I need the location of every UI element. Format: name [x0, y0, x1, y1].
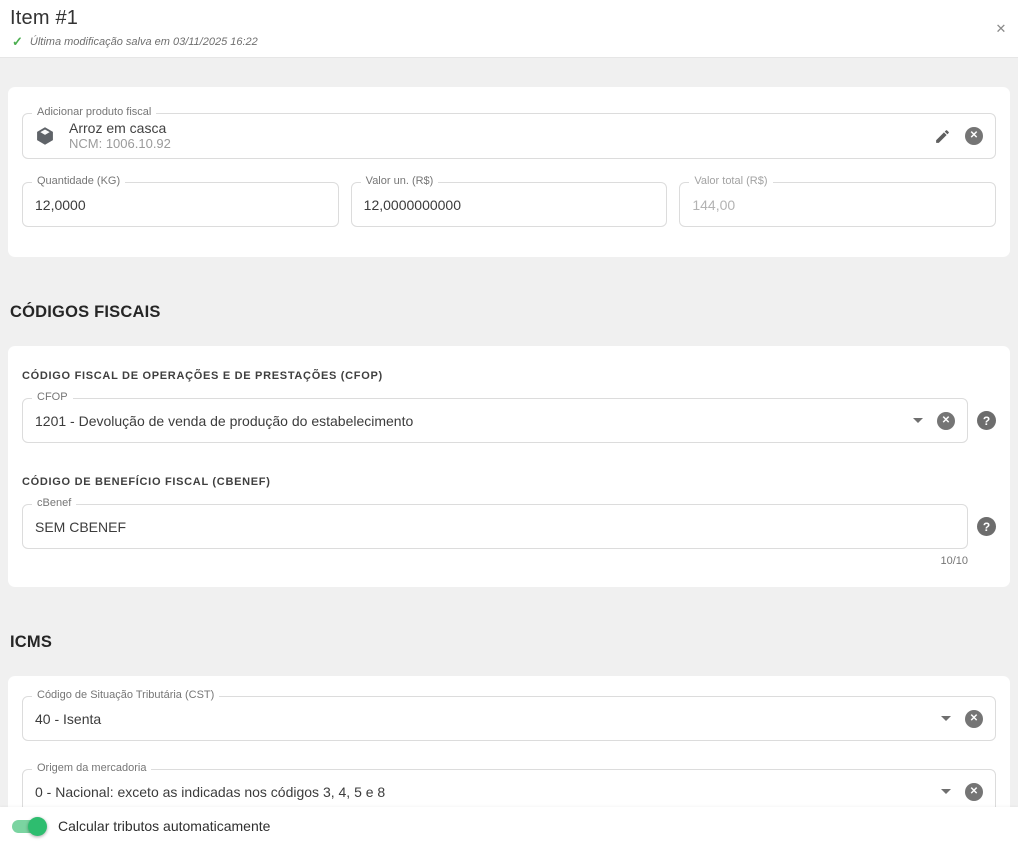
auto-tax-toggle[interactable]: [12, 820, 45, 833]
cst-dropdown-icon[interactable]: [941, 716, 951, 721]
cfop-clear-icon[interactable]: ✕: [937, 412, 955, 430]
product-field[interactable]: Adicionar produto fiscal Arroz em casca …: [22, 113, 996, 159]
cfop-dropdown-icon[interactable]: [913, 418, 923, 423]
fiscal-codes-card: CÓDIGO FISCAL DE OPERAÇÕES E DE PRESTAÇÕ…: [8, 346, 1010, 587]
cst-value: 40 - Isenta: [35, 711, 933, 727]
cst-select[interactable]: Código de Situação Tributária (CST) 40 -…: [22, 696, 996, 741]
product-text: Arroz em casca NCM: 1006.10.92: [69, 120, 171, 152]
origin-value: 0 - Nacional: exceto as indicadas nos có…: [35, 784, 933, 800]
unit-value-field[interactable]: Valor un. (R$) 12,0000000000: [351, 182, 668, 227]
cbenef-section-label: CÓDIGO DE BENEFÍCIO FISCAL (CBENEF): [22, 476, 996, 488]
remove-product-icon[interactable]: ✕: [965, 127, 983, 145]
cbenef-char-counter: 10/10: [22, 549, 996, 567]
cfop-label: CFOP: [32, 391, 73, 403]
cfop-section-label: CÓDIGO FISCAL DE OPERAÇÕES E DE PRESTAÇÕ…: [22, 370, 996, 382]
toggle-thumb: [28, 817, 47, 836]
item-header: Item #1 ✓ Última modificação salva em 03…: [0, 0, 1018, 58]
save-status: ✓ Última modificação salva em 03/11/2025…: [10, 35, 1008, 48]
cst-label: Código de Situação Tributária (CST): [32, 689, 219, 701]
footer-bar: Calcular tributos automaticamente: [0, 807, 1018, 845]
icms-heading: ICMS: [10, 633, 1010, 652]
total-value-label: Valor total (R$): [689, 175, 772, 187]
origin-dropdown-icon[interactable]: [941, 789, 951, 794]
product-cube-icon: [35, 125, 55, 147]
cfop-value: 1201 - Devolução de venda de produção do…: [35, 413, 905, 429]
unit-value-label: Valor un. (R$): [361, 175, 439, 187]
fiscal-codes-heading: CÓDIGOS FISCAIS: [10, 303, 1010, 322]
item-form-content: Adicionar produto fiscal Arroz em casca …: [0, 58, 1018, 845]
cbenef-field[interactable]: cBenef SEM CBENEF: [22, 504, 968, 549]
origin-label: Origem da mercadoria: [32, 762, 151, 774]
auto-tax-toggle-label: Calcular tributos automaticamente: [58, 818, 270, 834]
origin-clear-icon[interactable]: ✕: [965, 783, 983, 801]
cst-clear-icon[interactable]: ✕: [965, 710, 983, 728]
cbenef-value: SEM CBENEF: [35, 519, 955, 535]
cfop-help-icon[interactable]: ?: [977, 411, 996, 430]
check-icon: ✓: [12, 35, 23, 48]
save-status-text: Última modificação salva em 03/11/2025 1…: [30, 36, 258, 48]
page-title: Item #1: [10, 7, 1008, 30]
quantity-value: 12,0000: [35, 197, 326, 213]
quantity-field[interactable]: Quantidade (KG) 12,0000: [22, 182, 339, 227]
total-value-value: 144,00: [692, 197, 983, 213]
product-card: Adicionar produto fiscal Arroz em casca …: [8, 87, 1010, 257]
product-name: Arroz em casca: [69, 120, 171, 136]
product-ncm: NCM: 1006.10.92: [69, 136, 171, 152]
values-row: Quantidade (KG) 12,0000 Valor un. (R$) 1…: [22, 182, 996, 227]
edit-product-icon[interactable]: [934, 128, 951, 145]
close-icon[interactable]: ✕: [992, 20, 1010, 38]
total-value-field: Valor total (R$) 144,00: [679, 182, 996, 227]
product-field-label: Adicionar produto fiscal: [32, 106, 156, 118]
cbenef-label: cBenef: [32, 497, 76, 509]
selected-product: Arroz em casca NCM: 1006.10.92: [35, 120, 926, 152]
cfop-select[interactable]: CFOP 1201 - Devolução de venda de produç…: [22, 398, 968, 443]
quantity-label: Quantidade (KG): [32, 175, 125, 187]
unit-value-value: 12,0000000000: [364, 197, 655, 213]
cbenef-help-icon[interactable]: ?: [977, 517, 996, 536]
